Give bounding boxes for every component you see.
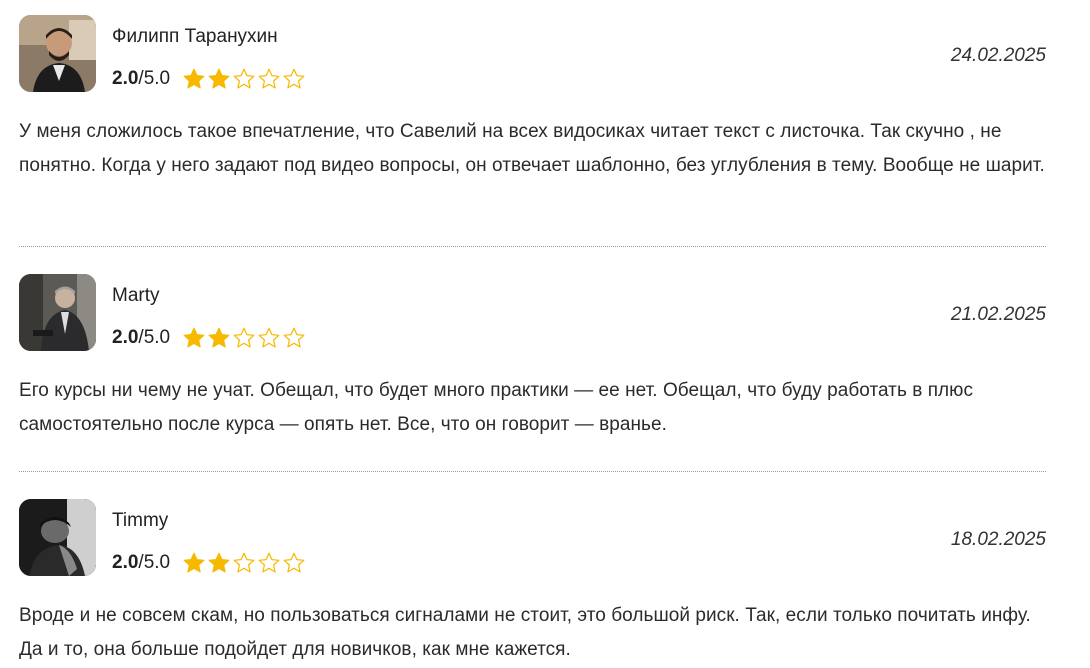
avatar-photo-icon — [19, 15, 96, 92]
review-item: Marty 2.0/5.0 21.02.2025 Его курсы ни че… — [19, 274, 1046, 442]
star-filled-icon — [182, 67, 206, 91]
review-header: Филипп Таранухин 2.0/5.0 24.02.2025 — [19, 15, 1046, 115]
star-filled-icon — [182, 551, 206, 575]
star-empty-icon — [282, 326, 306, 350]
avatar-photo-icon — [19, 499, 96, 576]
divider — [19, 246, 1046, 247]
reviews-list: Филипп Таранухин 2.0/5.0 24.02.2025 У ме… — [0, 0, 1090, 668]
review-text: Его курсы ни чему не учат. Обещал, что б… — [19, 380, 974, 435]
rating: 2.0/5.0 — [112, 549, 306, 577]
rating: 2.0/5.0 — [112, 324, 306, 352]
rating-score: 2.0 — [112, 552, 139, 573]
author-name: Филипп Таранухин — [112, 26, 278, 47]
star-empty-icon — [282, 551, 306, 575]
rating-score: 2.0 — [112, 68, 139, 89]
review-text: У меня сложилось такое впечатление, что … — [19, 121, 1045, 176]
review-item: Филипп Таранухин 2.0/5.0 24.02.2025 У ме… — [19, 15, 1046, 183]
star-filled-icon — [182, 326, 206, 350]
rating-score: 2.0 — [112, 327, 139, 348]
avatar[interactable] — [19, 274, 96, 351]
rating-stars — [182, 551, 306, 575]
review-header: Timmy 2.0/5.0 18.02.2025 — [19, 499, 1046, 599]
review-date: 24.02.2025 — [950, 45, 1046, 66]
avatar-photo-icon — [19, 274, 96, 351]
star-filled-icon — [207, 551, 231, 575]
rating-stars — [182, 326, 306, 350]
review-item: Timmy 2.0/5.0 18.02.2025 Вроде и не совс… — [19, 499, 1046, 667]
avatar[interactable] — [19, 15, 96, 92]
rating-max: /5.0 — [138, 68, 171, 89]
star-empty-icon — [257, 67, 281, 91]
star-empty-icon — [232, 326, 256, 350]
star-empty-icon — [257, 326, 281, 350]
review-date: 18.02.2025 — [950, 529, 1046, 550]
star-empty-icon — [232, 551, 256, 575]
review-date: 21.02.2025 — [950, 304, 1046, 325]
star-filled-icon — [207, 67, 231, 91]
review-header: Marty 2.0/5.0 21.02.2025 — [19, 274, 1046, 374]
rating: 2.0/5.0 — [112, 65, 306, 93]
rating-max: /5.0 — [138, 552, 171, 573]
rating-max: /5.0 — [138, 327, 171, 348]
star-empty-icon — [282, 67, 306, 91]
avatar[interactable] — [19, 499, 96, 576]
star-filled-icon — [207, 326, 231, 350]
divider — [19, 471, 1046, 472]
author-name: Marty — [112, 285, 160, 306]
rating-stars — [182, 67, 306, 91]
author-name: Timmy — [112, 510, 169, 531]
review-text: Вроде и не совсем скам, но пользоваться … — [19, 605, 1031, 660]
star-empty-icon — [232, 67, 256, 91]
star-empty-icon — [257, 551, 281, 575]
